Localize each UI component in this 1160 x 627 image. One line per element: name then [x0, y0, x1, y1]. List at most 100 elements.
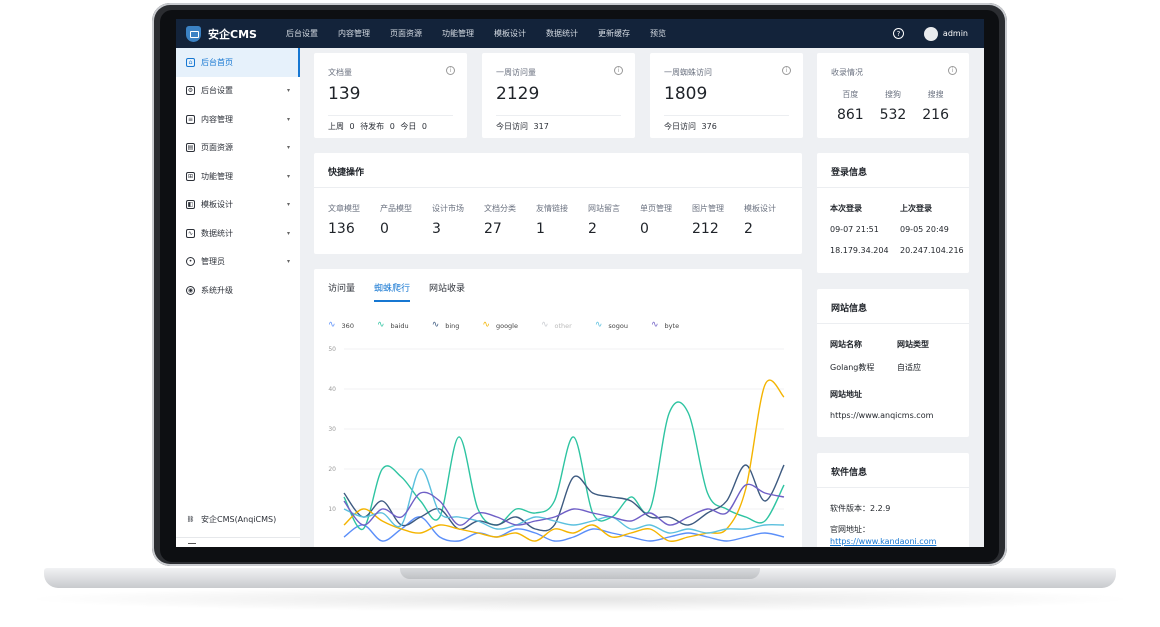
sidebar-footer-label: 安企CMS(AnqiCMS): [201, 514, 277, 524]
legend-item-bing[interactable]: ∿ bing: [432, 321, 460, 330]
legend-item-google[interactable]: ∿ google: [482, 321, 518, 330]
chevron-down-icon: ▾: [286, 172, 290, 180]
link-icon: ⛓: [186, 515, 195, 523]
sidebar-item-label: 内容管理: [201, 114, 233, 124]
legend-item-byte[interactable]: ∿ byte: [651, 321, 679, 330]
foot-value: 317: [533, 122, 549, 131]
sidebar-item-admins[interactable]: • 管理员 ▾: [176, 248, 300, 277]
nav-item-statistics[interactable]: 数据统计: [536, 28, 588, 39]
quick-action-categories[interactable]: 文档分类 27: [484, 203, 536, 237]
legend-item-other[interactable]: ∿ other: [541, 321, 572, 330]
quick-action-links[interactable]: 友情链接 1: [536, 203, 588, 237]
index-value: 861: [836, 107, 864, 123]
last-login-label: 上次登录: [900, 204, 932, 213]
quick-action-templates[interactable]: 模板设计 2: [744, 203, 796, 237]
quick-action-value: 212: [692, 221, 719, 237]
site-info-card: 网站信息 网站名称 网站类型 Golang教程 自适应 网站地址 https:/…: [817, 289, 969, 437]
foot-label-pending: 待发布: [360, 122, 385, 131]
quick-action-label: 产品模型: [380, 204, 412, 213]
foot-label: 今日访问: [664, 122, 696, 131]
chevron-down-icon: ▾: [286, 144, 290, 152]
index-name: 搜狗: [884, 90, 901, 99]
foot-value: 376: [701, 122, 717, 131]
quick-action-label: 图片管理: [692, 204, 724, 213]
divider: [496, 115, 621, 116]
info-icon[interactable]: i: [782, 66, 791, 75]
site-url-value: https://www.anqicms.com: [830, 411, 934, 420]
content-icon: ≡: [186, 114, 195, 124]
official-site-label: 官网地址：: [830, 525, 870, 534]
sidebar-item-home[interactable]: ⌂ 后台首页: [176, 48, 300, 77]
tab-visits[interactable]: 访问量: [328, 281, 355, 302]
nav-item-content[interactable]: 内容管理: [328, 28, 380, 39]
quick-action-article-model[interactable]: 文章模型 136: [328, 203, 380, 237]
info-icon[interactable]: i: [446, 66, 455, 75]
chart-card: 访问量 蜘蛛爬行 网站收录 ∿ 360 ∿ baidu ∿ bing ∿ google ∿ oth…: [314, 269, 802, 547]
official-site-link[interactable]: https://www.kandaoni.com: [830, 537, 936, 546]
stat-card-week-spider: 一周蜘蛛访问 i 1809 今日访问 376: [650, 53, 803, 138]
stat-value: 139: [328, 84, 361, 104]
quick-action-value: 0: [640, 221, 649, 237]
index-value: 216: [922, 107, 949, 123]
quick-action-product-model[interactable]: 产品模型 0: [380, 203, 432, 237]
stat-footer: 今日访问 317: [496, 121, 552, 132]
legend-swatch-icon: ∿: [540, 320, 549, 330]
avatar[interactable]: [923, 26, 938, 41]
legend-item-sogou[interactable]: ∿ sogou: [595, 321, 628, 330]
quick-actions-card: 快捷操作 文章模型 136 产品模型 0 设计市场 3 文档分类 27 友情链接 1 网站…: [314, 153, 802, 254]
nav-item-settings[interactable]: 后台设置: [276, 28, 328, 39]
quick-action-design-market[interactable]: 设计市场 3: [432, 203, 484, 237]
chart-legend: ∿ 360 ∿ baidu ∿ bing ∿ google ∿ other ∿ sogou ∿ byte: [328, 321, 702, 330]
sidebar-item-pages[interactable]: ▤ 页面资源 ▾: [176, 134, 300, 163]
quick-actions-row: 文章模型 136 产品模型 0 设计市场 3 文档分类 27 友情链接 1 网站留言 2 单…: [328, 203, 796, 237]
divider: [314, 187, 802, 188]
nav-item-functions[interactable]: 功能管理: [432, 28, 484, 39]
stat-value: 2129: [496, 84, 540, 104]
legend-item-360[interactable]: ∿ 360: [328, 321, 354, 330]
quick-action-messages[interactable]: 网站留言 2: [588, 203, 640, 237]
nav-item-refresh-cache[interactable]: 更新缓存: [588, 28, 640, 39]
card-title: 网站信息: [831, 304, 868, 314]
sidebar-item-label: 模板设计: [201, 200, 233, 210]
sidebar-item-functions[interactable]: ⊞ 功能管理 ▾: [176, 162, 300, 191]
logo[interactable]: 安企CMS: [176, 25, 276, 42]
legend-label: other: [554, 321, 572, 330]
sidebar-item-statistics[interactable]: ∿ 数据统计 ▾: [176, 219, 300, 248]
tab-indexing[interactable]: 网站收录: [429, 281, 465, 302]
help-icon[interactable]: ?: [892, 28, 904, 39]
last-login-time: 09-05 20:49: [900, 225, 949, 234]
sidebar-item-settings[interactable]: ⚙ 后台设置 ▾: [176, 77, 300, 106]
divider: [817, 323, 969, 324]
user-name[interactable]: admin: [943, 29, 968, 38]
nav-item-templates[interactable]: 模板设计: [484, 28, 536, 39]
quick-action-value: 2: [588, 221, 597, 237]
quick-action-label: 文档分类: [484, 204, 516, 213]
quick-action-images[interactable]: 图片管理 212: [692, 203, 744, 237]
info-icon[interactable]: i: [948, 66, 957, 75]
foot-label-last-week: 上周: [328, 122, 344, 131]
sidebar-item-content[interactable]: ≡ 内容管理 ▾: [176, 105, 300, 134]
divider: [328, 115, 453, 116]
sidebar-item-label: 数据统计: [201, 228, 233, 238]
series-line-byte: [343, 483, 785, 526]
y-tick-label: 30: [328, 426, 336, 433]
chevron-down-icon: ▾: [286, 201, 290, 209]
sidebar-item-upgrade[interactable]: ◉ 系统升级: [176, 276, 300, 305]
quick-action-label: 文章模型: [328, 204, 360, 213]
sidebar-footer-link[interactable]: ⛓ 安企CMS(AnqiCMS): [176, 507, 300, 531]
nav-item-preview[interactable]: 预览: [640, 28, 676, 39]
info-icon[interactable]: i: [614, 66, 623, 75]
nav-item-pages[interactable]: 页面资源: [380, 28, 432, 39]
index-soso: 搜搜 216: [922, 89, 949, 123]
this-login-ip: 18.179.34.204: [830, 246, 889, 255]
stat-label: 一周蜘蛛访问: [664, 68, 712, 77]
tab-spider[interactable]: 蜘蛛爬行: [374, 281, 411, 302]
quick-action-pages[interactable]: 单页管理 0: [640, 203, 692, 237]
quick-action-value: 136: [328, 221, 355, 237]
top-bar: 安企CMS 后台设置 内容管理 页面资源 功能管理 模板设计 数据统计 更新缓存…: [176, 19, 984, 48]
collapse-menu-icon[interactable]: [188, 543, 196, 547]
sidebar-item-label: 功能管理: [201, 171, 233, 181]
index-name: 百度: [842, 90, 859, 99]
legend-item-baidu[interactable]: ∿ baidu: [377, 321, 409, 330]
sidebar-item-templates[interactable]: ◧ 模板设计 ▾: [176, 191, 300, 220]
